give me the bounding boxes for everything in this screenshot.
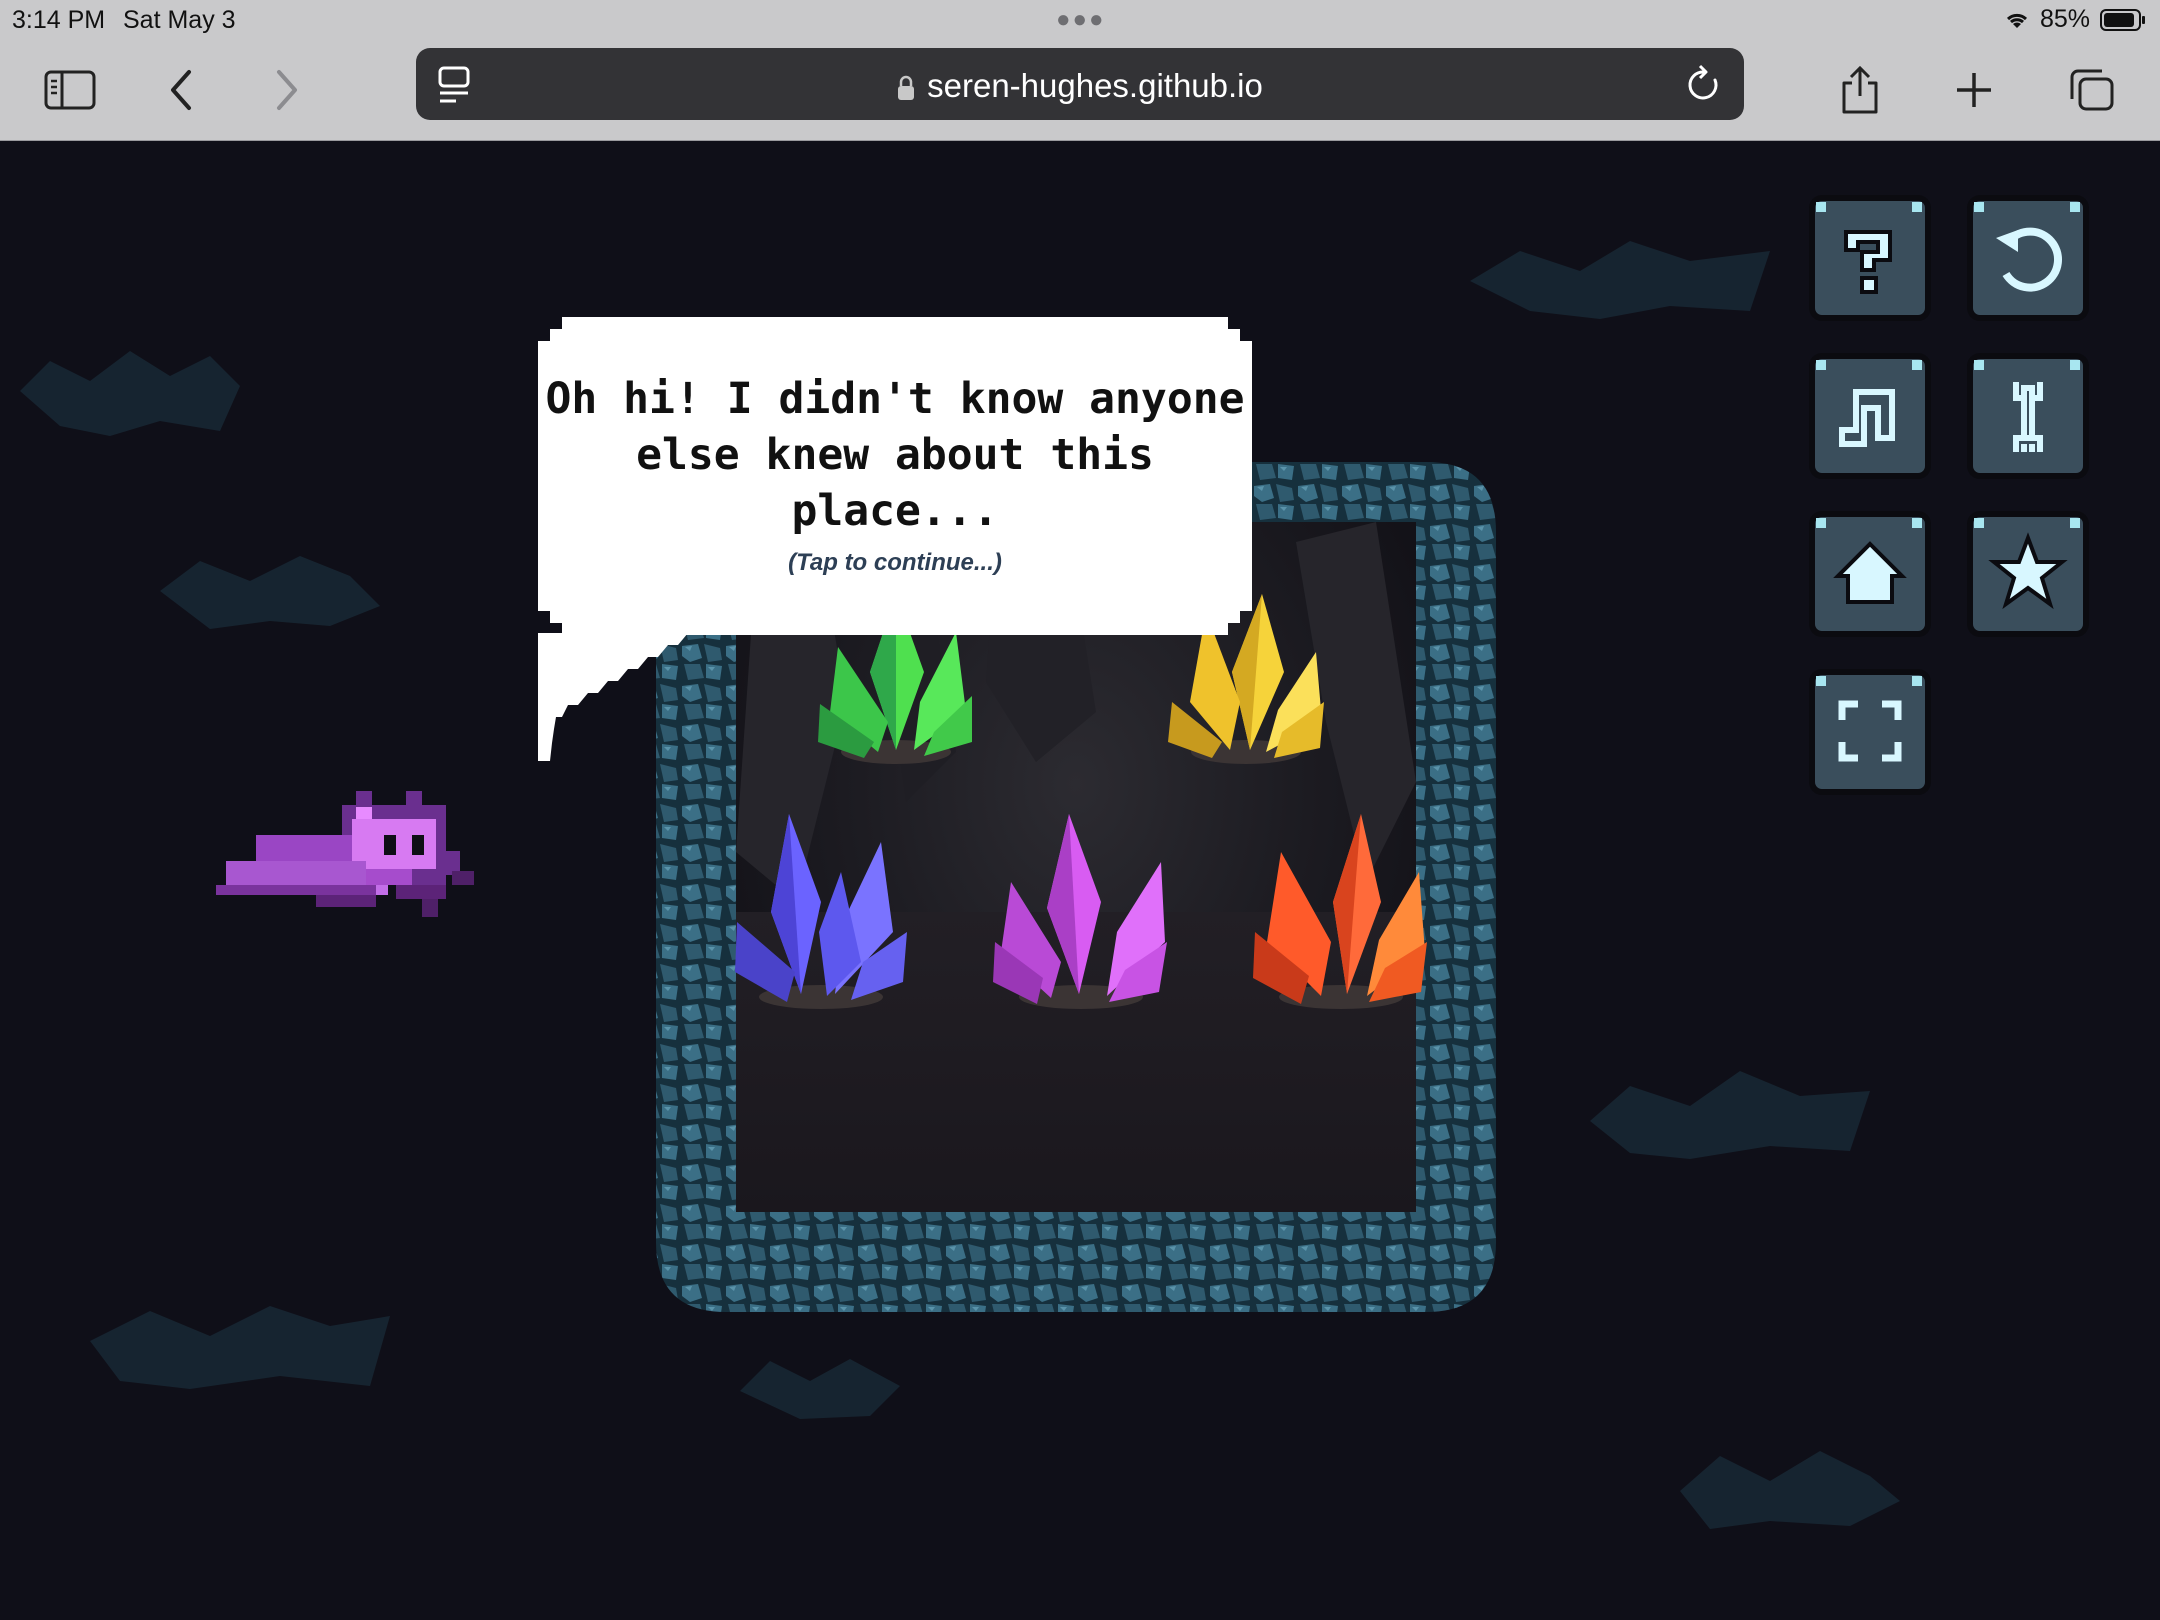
dialog-bubble[interactable]: Oh hi! I didn't know anyone else knew ab… [538,317,1252,761]
plus-icon[interactable] [1942,58,2006,122]
background-rock-cluster [20,351,240,436]
player-character[interactable] [216,791,486,927]
help-button[interactable] [1808,194,1932,322]
crystal-purple[interactable] [991,812,1171,1012]
battery-percent: 85% [2039,5,2090,33]
tap-to-continue-hint: (Tap to continue...) [788,549,1002,576]
battery-icon [2100,8,2145,31]
background-rock-cluster [1470,241,1770,319]
address-bar[interactable]: seren-hughes.github.io [416,48,1744,120]
multitask-dots-icon[interactable]: ●●● [1056,6,1106,34]
status-bar: 3:14 PM Sat May 3 ●●● 85% [0,0,2160,40]
home-button[interactable] [1808,510,1932,638]
achievements-button[interactable] [1966,510,2090,638]
dialog-line-2: else knew about this place... [636,430,1154,536]
background-rock-cluster [1590,1071,1870,1159]
wifi-icon [2006,13,2027,28]
settings-button[interactable] [1966,352,2090,480]
background-rock-cluster [90,1306,390,1389]
status-date: Sat May 3 [123,6,236,34]
crystal-orange[interactable] [1251,812,1431,1012]
lock-icon [898,76,915,101]
share-icon[interactable] [1828,58,1892,122]
forward-icon[interactable] [254,58,318,122]
fullscreen-button[interactable] [1808,668,1932,796]
dialog-line-1: Oh hi! I didn't know anyone [545,374,1245,424]
restart-button[interactable] [1966,194,2090,322]
background-rock-cluster [160,556,380,629]
reload-icon[interactable] [1686,64,1722,109]
background-rock-cluster [740,1359,900,1419]
back-icon[interactable] [150,58,214,122]
background-rock-cluster [1680,1451,1900,1529]
sidebar-icon[interactable] [38,58,102,122]
browser-toolbar: seren-hughes.github.io [0,40,2160,141]
crystal-blue[interactable] [731,812,911,1012]
dialog-tail [538,633,688,761]
tabs-icon[interactable] [2060,58,2124,122]
game-canvas[interactable]: Oh hi! I didn't know anyone else knew ab… [0,141,2160,1620]
status-time: 3:14 PM [12,6,106,34]
music-button[interactable] [1808,352,1932,480]
url-text: seren-hughes.github.io [927,67,1263,104]
